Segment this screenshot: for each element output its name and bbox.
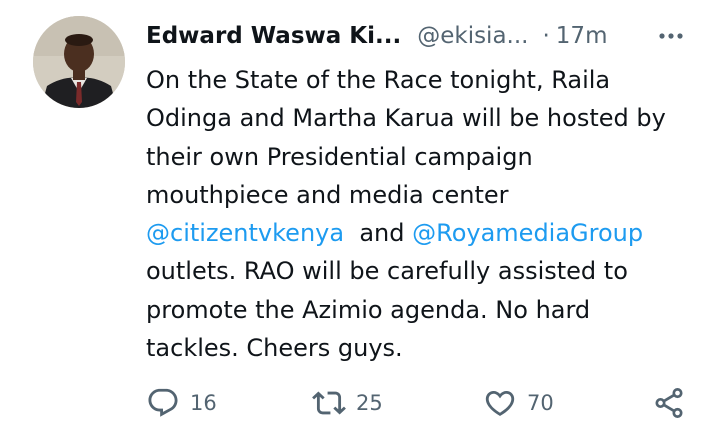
text-segment: tackles. Cheers guys. <box>146 334 403 363</box>
tweet-text-line: @citizentvkenya and @RoyamediaGroup <box>146 214 706 252</box>
tweet-text-line: outlets. RAO will be carefully assisted … <box>146 252 706 290</box>
tweet-text-line: their own Presidential campaign <box>146 138 706 176</box>
author-handle[interactable]: @ekisia... <box>417 23 528 49</box>
author-name[interactable]: Edward Waswa Ki... <box>146 23 401 49</box>
tweet-card: Edward Waswa Ki... @ekisia... · 17m On t… <box>0 0 720 429</box>
retweet-button[interactable]: 25 <box>312 380 383 426</box>
reply-button[interactable]: 16 <box>146 380 217 426</box>
mention-citizentvkenya[interactable]: @citizentvkenya <box>146 219 344 247</box>
text-segment: On the State of the Race tonight, Raila <box>146 66 611 94</box>
text-segment: outlets. RAO will be carefully assisted … <box>146 257 628 286</box>
separator-dot: · <box>542 23 550 49</box>
retweet-icon <box>312 386 346 420</box>
like-count: 70 <box>527 391 554 415</box>
tweet-text-line: Odinga and Martha Karua will be hosted b… <box>146 99 706 137</box>
tweet-text-line: mouthpiece and media center <box>146 176 706 214</box>
tweet-text: On the State of the Race tonight, Raila … <box>146 61 706 367</box>
text-segment: their own Presidential campaign <box>146 142 533 171</box>
avatar[interactable] <box>33 16 125 108</box>
timestamp[interactable]: 17m <box>556 23 608 49</box>
text-segment: mouthpiece and media center <box>146 180 509 209</box>
tweet-header: Edward Waswa Ki... @ekisia... · 17m <box>146 16 607 56</box>
text-segment: promote the Azimio agenda. No hard <box>146 295 591 324</box>
heart-icon <box>483 386 517 420</box>
share-button[interactable] <box>652 380 686 426</box>
retweet-count: 25 <box>356 391 383 415</box>
reply-count: 16 <box>190 391 217 415</box>
action-bar: 16 25 70 <box>0 380 720 426</box>
text-segment: Odinga and Martha Karua will be hosted b… <box>146 104 666 133</box>
mention-royamediagroup[interactable]: @RoyamediaGroup <box>412 219 643 247</box>
tweet-text-line: tackles. Cheers guys. <box>146 329 706 367</box>
text-segment: and <box>344 219 413 248</box>
share-icon <box>652 386 686 420</box>
like-button[interactable]: 70 <box>483 380 554 426</box>
more-icon[interactable] <box>656 22 686 50</box>
tweet-text-line: On the State of the Race tonight, Raila <box>146 61 706 99</box>
tweet-text-line: promote the Azimio agenda. No hard <box>146 291 706 329</box>
reply-icon <box>146 386 180 420</box>
